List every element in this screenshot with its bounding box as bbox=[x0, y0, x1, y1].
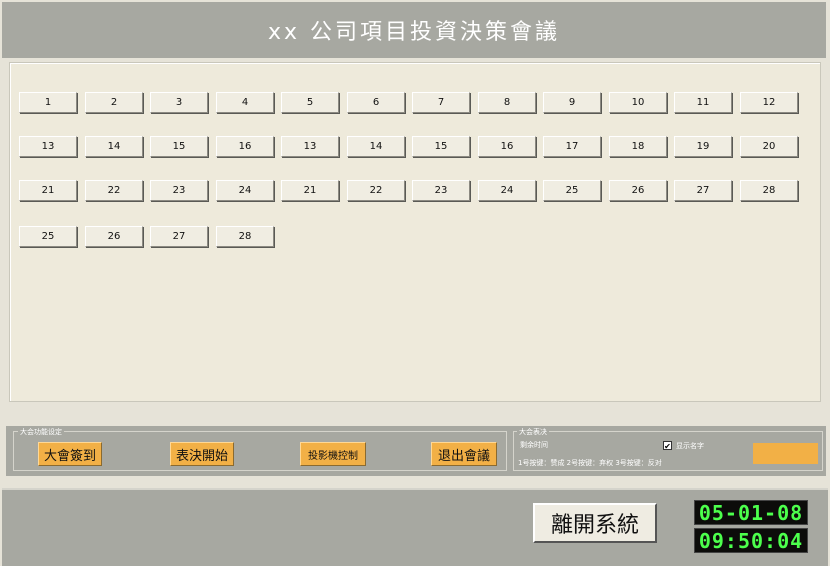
seat-button[interactable]: 23 bbox=[412, 180, 470, 201]
seat-button[interactable]: 7 bbox=[412, 92, 470, 113]
app-title: xx 公司項目投資決策會議 bbox=[267, 20, 561, 45]
seat-button[interactable]: 28 bbox=[216, 226, 274, 247]
seat-button[interactable]: 10 bbox=[609, 92, 667, 113]
seat-button[interactable]: 18 bbox=[609, 136, 667, 157]
key-hint-text: 1号按键：赞成 2号按键：弃权 3号按键：反对 bbox=[518, 459, 662, 467]
projector-control-button[interactable]: 投影機控制 bbox=[300, 442, 366, 466]
show-name-label: 显示名字 bbox=[676, 442, 704, 450]
seat-button[interactable]: 4 bbox=[216, 92, 274, 113]
seat-button[interactable]: 24 bbox=[216, 180, 274, 201]
seat-button[interactable]: 21 bbox=[19, 180, 77, 201]
seat-button[interactable]: 23 bbox=[150, 180, 208, 201]
remaining-time-label: 剩余时间 bbox=[520, 441, 548, 449]
seat-button[interactable]: 25 bbox=[543, 180, 601, 201]
seat-button[interactable]: 16 bbox=[216, 136, 274, 157]
seat-button[interactable]: 14 bbox=[85, 136, 143, 157]
vote-legend: 大会表决 bbox=[517, 427, 549, 437]
seat-button[interactable]: 15 bbox=[150, 136, 208, 157]
seat-button[interactable]: 8 bbox=[478, 92, 536, 113]
show-name-checkbox[interactable]: ✔ bbox=[663, 441, 672, 451]
seat-button[interactable]: 1 bbox=[19, 92, 77, 113]
seat-button[interactable]: 26 bbox=[85, 226, 143, 247]
seat-button[interactable]: 5 bbox=[281, 92, 339, 113]
seat-button[interactable]: 11 bbox=[674, 92, 732, 113]
app-window: xx 公司項目投資決策會議 1 2 3 4 5 6 7 8 9 10 11 12 13 14 15 16 13 1… bbox=[0, 0, 830, 566]
seat-button[interactable]: 6 bbox=[347, 92, 405, 113]
seat-button[interactable]: 17 bbox=[543, 136, 601, 157]
title-bar: xx 公司項目投資決策會議 bbox=[2, 2, 826, 58]
seat-button[interactable]: 24 bbox=[478, 180, 536, 201]
seat-button[interactable]: 21 bbox=[281, 180, 339, 201]
time-display: 09:50:04 bbox=[694, 528, 808, 553]
vote-status-indicator bbox=[753, 443, 818, 464]
date-display: 05-01-08 bbox=[694, 500, 808, 525]
exit-system-button[interactable]: 離開系統 bbox=[533, 503, 657, 543]
exit-meeting-button[interactable]: 退出會議 bbox=[431, 442, 497, 466]
seat-button[interactable]: 3 bbox=[150, 92, 208, 113]
function-settings-legend: 大会功能设定 bbox=[18, 427, 64, 437]
seat-button[interactable]: 12 bbox=[740, 92, 798, 113]
seat-button[interactable]: 27 bbox=[674, 180, 732, 201]
seat-button[interactable]: 25 bbox=[19, 226, 77, 247]
seat-button[interactable]: 22 bbox=[347, 180, 405, 201]
seat-button[interactable]: 9 bbox=[543, 92, 601, 113]
sign-in-button[interactable]: 大會簽到 bbox=[38, 442, 102, 466]
seat-button[interactable]: 13 bbox=[19, 136, 77, 157]
seat-button[interactable]: 2 bbox=[85, 92, 143, 113]
seat-button[interactable]: 19 bbox=[674, 136, 732, 157]
seat-button[interactable]: 20 bbox=[740, 136, 798, 157]
seat-button[interactable]: 13 bbox=[281, 136, 339, 157]
seat-button[interactable]: 27 bbox=[150, 226, 208, 247]
seat-button[interactable]: 22 bbox=[85, 180, 143, 201]
start-vote-button[interactable]: 表決開始 bbox=[170, 442, 234, 466]
seat-button[interactable]: 15 bbox=[412, 136, 470, 157]
seat-button[interactable]: 26 bbox=[609, 180, 667, 201]
seat-button[interactable]: 28 bbox=[740, 180, 798, 201]
seat-button[interactable]: 14 bbox=[347, 136, 405, 157]
seat-button[interactable]: 16 bbox=[478, 136, 536, 157]
